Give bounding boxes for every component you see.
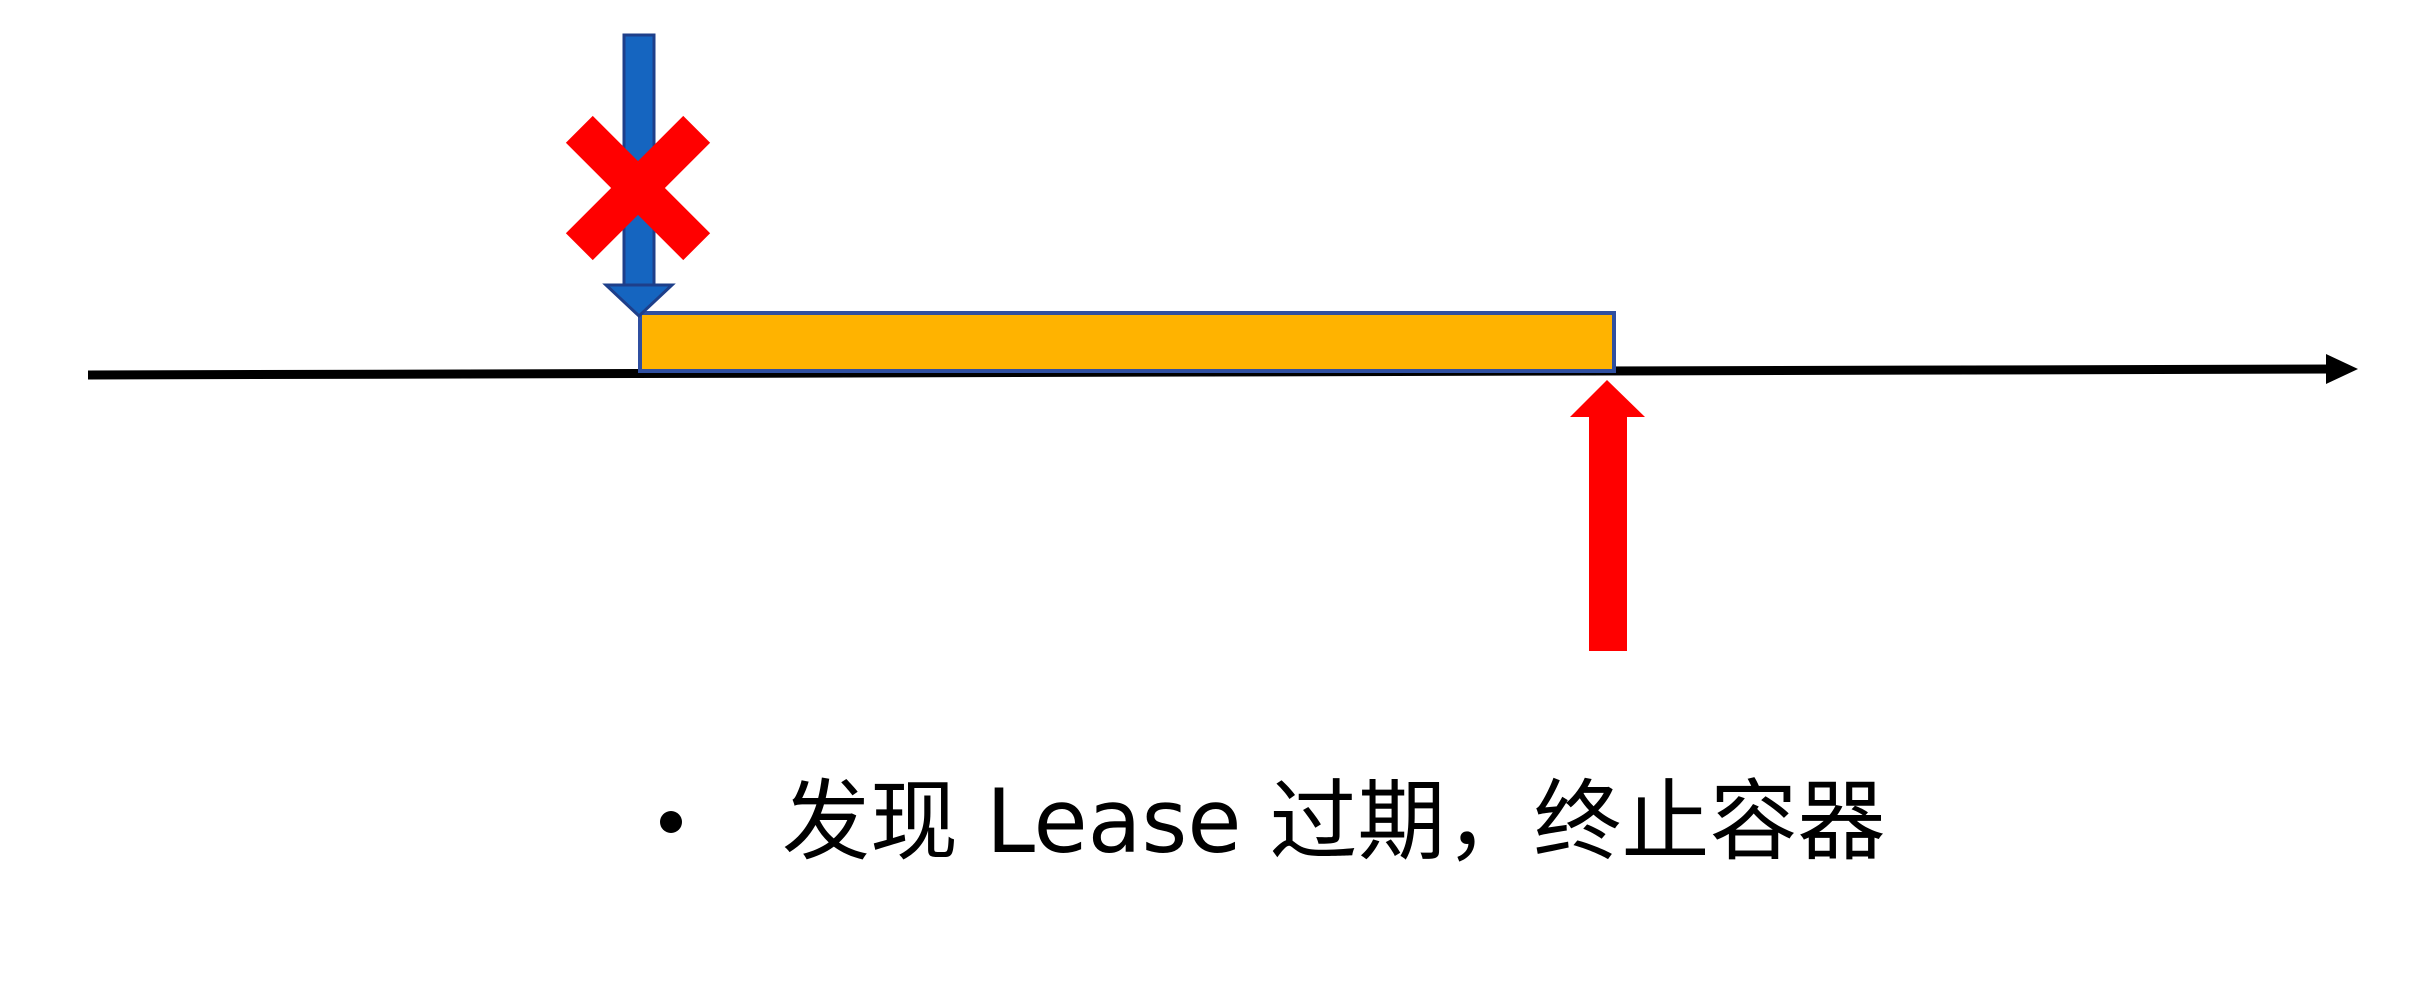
up-arrow-head	[1570, 380, 1645, 417]
lease-bar	[638, 311, 1616, 373]
caption-line: 发现 Lease 过期，终止容器	[660, 762, 2060, 882]
bullet-icon	[660, 811, 682, 833]
up-arrow-shaft	[1589, 417, 1627, 651]
caption-text: 发现 Lease 过期，终止容器	[782, 770, 1886, 873]
up-arrow-icon	[1570, 380, 1645, 651]
timeline-arrowhead	[2326, 354, 2358, 384]
